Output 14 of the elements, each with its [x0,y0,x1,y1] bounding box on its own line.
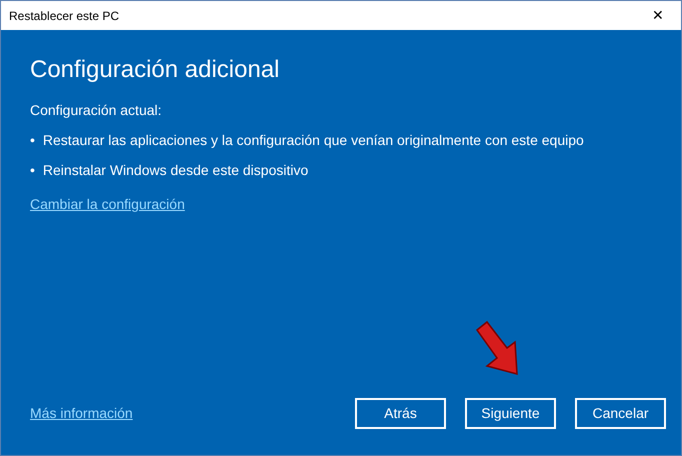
page-heading: Configuración adicional [30,55,280,85]
bullet: • [30,131,35,150]
dialog-button[interactable]: Siguiente [465,398,556,429]
window-title: Restablecer este PC [9,8,120,24]
arrow-icon [473,320,521,376]
setting-item: Restaurar las aplicaciones y la configuración que venían originalmente con este equipo [42,131,584,150]
more-info-link[interactable]: Más información [30,403,133,424]
dialog-button[interactable]: Cancelar [575,398,666,429]
setting-item: Reinstalar Windows desde este dispositivo [42,161,308,180]
dialog-button[interactable]: Atrás [355,398,446,429]
current-settings-label: Configuración actual: [30,101,163,120]
bullet: • [30,161,35,180]
close-button[interactable]: ✕ [635,1,681,30]
change-settings-link[interactable]: Cambiar la configuración [30,196,185,212]
